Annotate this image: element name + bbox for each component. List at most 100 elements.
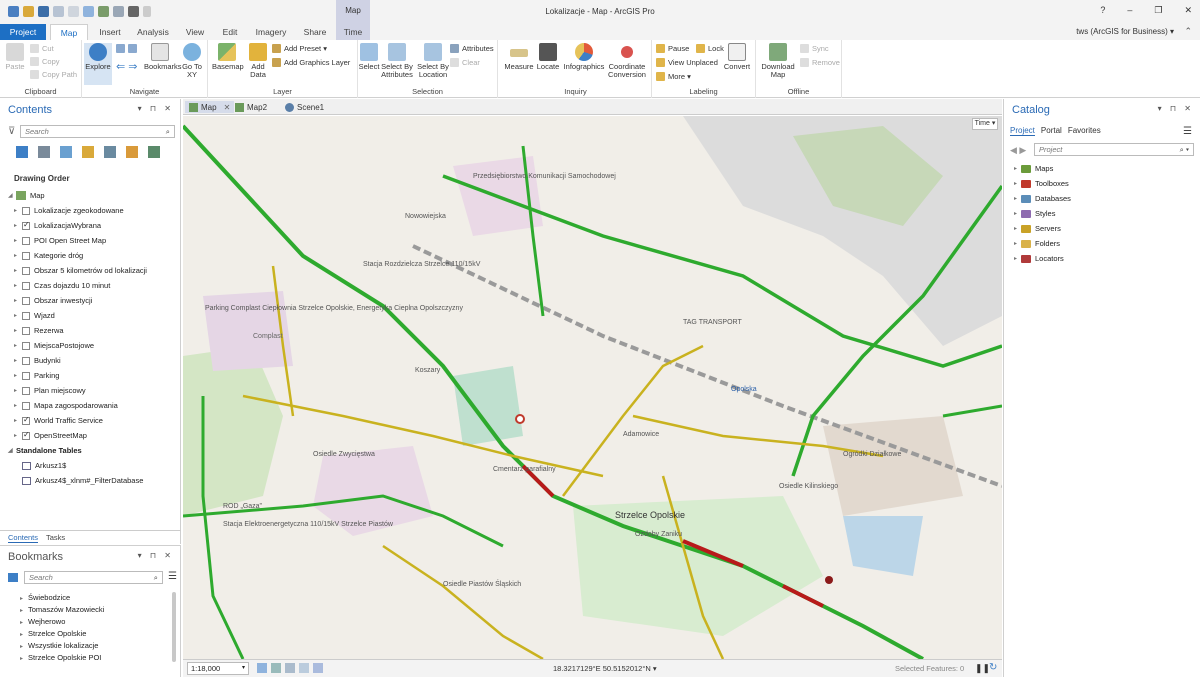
expand-arrow-icon[interactable]: ▸ [14, 327, 22, 334]
constraint-icon[interactable] [299, 663, 309, 673]
tab-favorites[interactable]: Favorites [1068, 126, 1101, 136]
explore-button[interactable]: Explore [84, 43, 112, 85]
explore-tool-icon[interactable] [83, 6, 94, 17]
layer-visibility-checkbox[interactable] [22, 430, 30, 440]
select-by-attributes-button[interactable]: Select By Attributes [380, 43, 414, 79]
location-marker-icon[interactable] [515, 414, 525, 424]
layer-item[interactable]: ▸ Czas dojazdu 10 minut [0, 278, 181, 293]
user-account[interactable]: tws (ArcGIS for Business) ▾ [1076, 27, 1174, 36]
expand-arrow-icon[interactable]: ▸ [14, 222, 22, 229]
new-project-icon[interactable] [8, 6, 19, 17]
collapse-arrow-icon[interactable]: ◢ [8, 192, 16, 199]
cut-button[interactable]: Cut [30, 44, 54, 53]
convert-button[interactable]: Convert [722, 43, 752, 71]
expand-arrow-icon[interactable]: ▸ [1014, 255, 1017, 262]
grid-icon[interactable] [257, 663, 267, 673]
menu-icon[interactable]: ☰ [1183, 126, 1192, 137]
tab-tasks[interactable]: Tasks [46, 533, 65, 542]
expand-arrow-icon[interactable]: ▸ [14, 342, 22, 349]
download-map-button[interactable]: Download Map [758, 43, 798, 79]
paste-button[interactable]: Paste [4, 43, 26, 71]
expand-arrow-icon[interactable]: ▸ [14, 357, 22, 364]
location-marker-icon[interactable] [825, 576, 833, 584]
expand-arrow-icon[interactable]: ▸ [1014, 180, 1017, 187]
layer-visibility-checkbox[interactable] [22, 415, 30, 425]
copy-path-button[interactable]: Copy Path [30, 70, 77, 79]
layer-item[interactable]: ▸ Mapa zagospodarowania [0, 398, 181, 413]
layer-item[interactable]: ▸ Obszar inwestycji [0, 293, 181, 308]
bookmarks-scrollbar[interactable] [172, 592, 176, 662]
tab-project[interactable]: Project [1010, 126, 1035, 136]
rotation-icon[interactable] [313, 663, 323, 673]
tab-portal[interactable]: Portal [1041, 126, 1062, 136]
pane-controls[interactable]: ▾ ⊓ ✕ [138, 551, 174, 560]
layer-visibility-checkbox[interactable] [22, 281, 30, 290]
maximize-button[interactable]: ❐ [1154, 5, 1162, 16]
expand-arrow-icon[interactable]: ▸ [1014, 165, 1017, 172]
clear-selection-button[interactable]: Clear [450, 58, 480, 67]
undo-icon[interactable] [53, 6, 64, 17]
close-button[interactable]: ✕ [1184, 5, 1192, 16]
list-by-drawing-order-icon[interactable] [16, 146, 28, 158]
layout-icon[interactable] [113, 6, 124, 17]
pane-controls[interactable]: ▾ ⊓ ✕ [1158, 104, 1194, 113]
catalog-item[interactable]: ▸ Servers [1014, 224, 1061, 233]
catalog-item[interactable]: ▸ Styles [1014, 209, 1055, 218]
layer-item[interactable]: ▸ Wjazd [0, 308, 181, 323]
contents-search-input[interactable]: Search ⌕ [20, 125, 175, 138]
snapping-icon[interactable] [271, 663, 281, 673]
expand-arrow-icon[interactable]: ▸ [14, 372, 22, 379]
layer-item[interactable]: ▸ Obszar 5 kilometrów od lokalizacji [0, 263, 181, 278]
locate-button[interactable]: Locate [536, 43, 560, 71]
lock-labels-button[interactable]: Lock [696, 44, 724, 53]
catalog-search-input[interactable]: Project ⌕ ▾ [1034, 143, 1194, 156]
measure-button[interactable]: Measure [504, 43, 534, 71]
tab-time[interactable]: Time [336, 24, 370, 40]
help-button[interactable]: ? [1100, 5, 1105, 16]
tab-edit[interactable]: Edit [216, 24, 244, 40]
sync-button[interactable]: Sync [800, 44, 829, 53]
pause-labeling-button[interactable]: Pause [656, 44, 689, 53]
bookmark-item[interactable]: Tomaszów Mazowiecki [20, 605, 104, 614]
layer-item[interactable]: ▸LokalizacjaWybrana [0, 218, 181, 233]
layer-visibility-checkbox[interactable] [22, 251, 30, 260]
collapse-ribbon-icon[interactable]: ⌃ [1184, 26, 1192, 37]
pause-drawing-icon[interactable]: ❚❚ [975, 663, 990, 674]
tab-scene1-view[interactable]: Scene1 [281, 101, 328, 113]
expand-arrow-icon[interactable]: ▸ [14, 387, 22, 394]
map-node[interactable]: ◢ Map [0, 188, 181, 203]
bookmark-icon[interactable] [8, 573, 18, 582]
bookmark-item[interactable]: Strzelce Opolskie [20, 629, 86, 638]
time-slider-toggle[interactable]: Time ▾ [972, 118, 998, 130]
layer-visibility-checkbox[interactable] [22, 220, 30, 230]
previous-next-extent[interactable]: ⇐ ⇒ [116, 60, 138, 73]
layer-item[interactable]: ▸ MiejscaPostojowe [0, 338, 181, 353]
layer-visibility-checkbox[interactable] [22, 311, 30, 320]
tab-map2-view[interactable]: Map2 [231, 101, 271, 113]
tab-view[interactable]: View [180, 24, 210, 40]
tab-analysis[interactable]: Analysis [132, 24, 174, 40]
bookmark-item[interactable]: Wejherowo [20, 617, 65, 626]
layer-visibility-checkbox[interactable] [22, 371, 30, 380]
expand-arrow-icon[interactable]: ▸ [1014, 240, 1017, 247]
list-by-perspective-icon[interactable] [148, 146, 160, 158]
copy-button[interactable]: Copy [30, 57, 60, 66]
select-button[interactable]: Select [358, 43, 380, 71]
layer-item[interactable]: ▸ Plan miejscowy [0, 383, 181, 398]
table-item[interactable]: Arkusz4$_xlnm#_FilterDatabase [0, 473, 181, 488]
layer-visibility-checkbox[interactable] [22, 296, 30, 305]
layer-item[interactable]: ▸ Lokalizacje zgeokodowane [0, 203, 181, 218]
list-by-snapping-icon[interactable] [104, 146, 116, 158]
list-by-source-icon[interactable] [38, 146, 50, 158]
scale-selector[interactable]: 1:18,000 ▾ [187, 662, 249, 675]
expand-arrow-icon[interactable]: ▸ [1014, 225, 1017, 232]
expand-arrow-icon[interactable]: ▸ [14, 402, 22, 409]
map-canvas[interactable]: Przedsiębiorstwo Komunikacji Samochodowe… [183, 116, 1002, 659]
layer-visibility-checkbox[interactable] [22, 401, 30, 410]
tab-map[interactable]: Map [50, 24, 88, 40]
bookmarks-button[interactable]: Bookmarks [144, 43, 182, 71]
add-graphics-layer-button[interactable]: Add Graphics Layer [272, 58, 350, 67]
chevron-down-icon[interactable] [143, 6, 151, 17]
table-item[interactable]: Arkusz1$ [0, 458, 181, 473]
layer-item[interactable]: ▸ Budynki [0, 353, 181, 368]
